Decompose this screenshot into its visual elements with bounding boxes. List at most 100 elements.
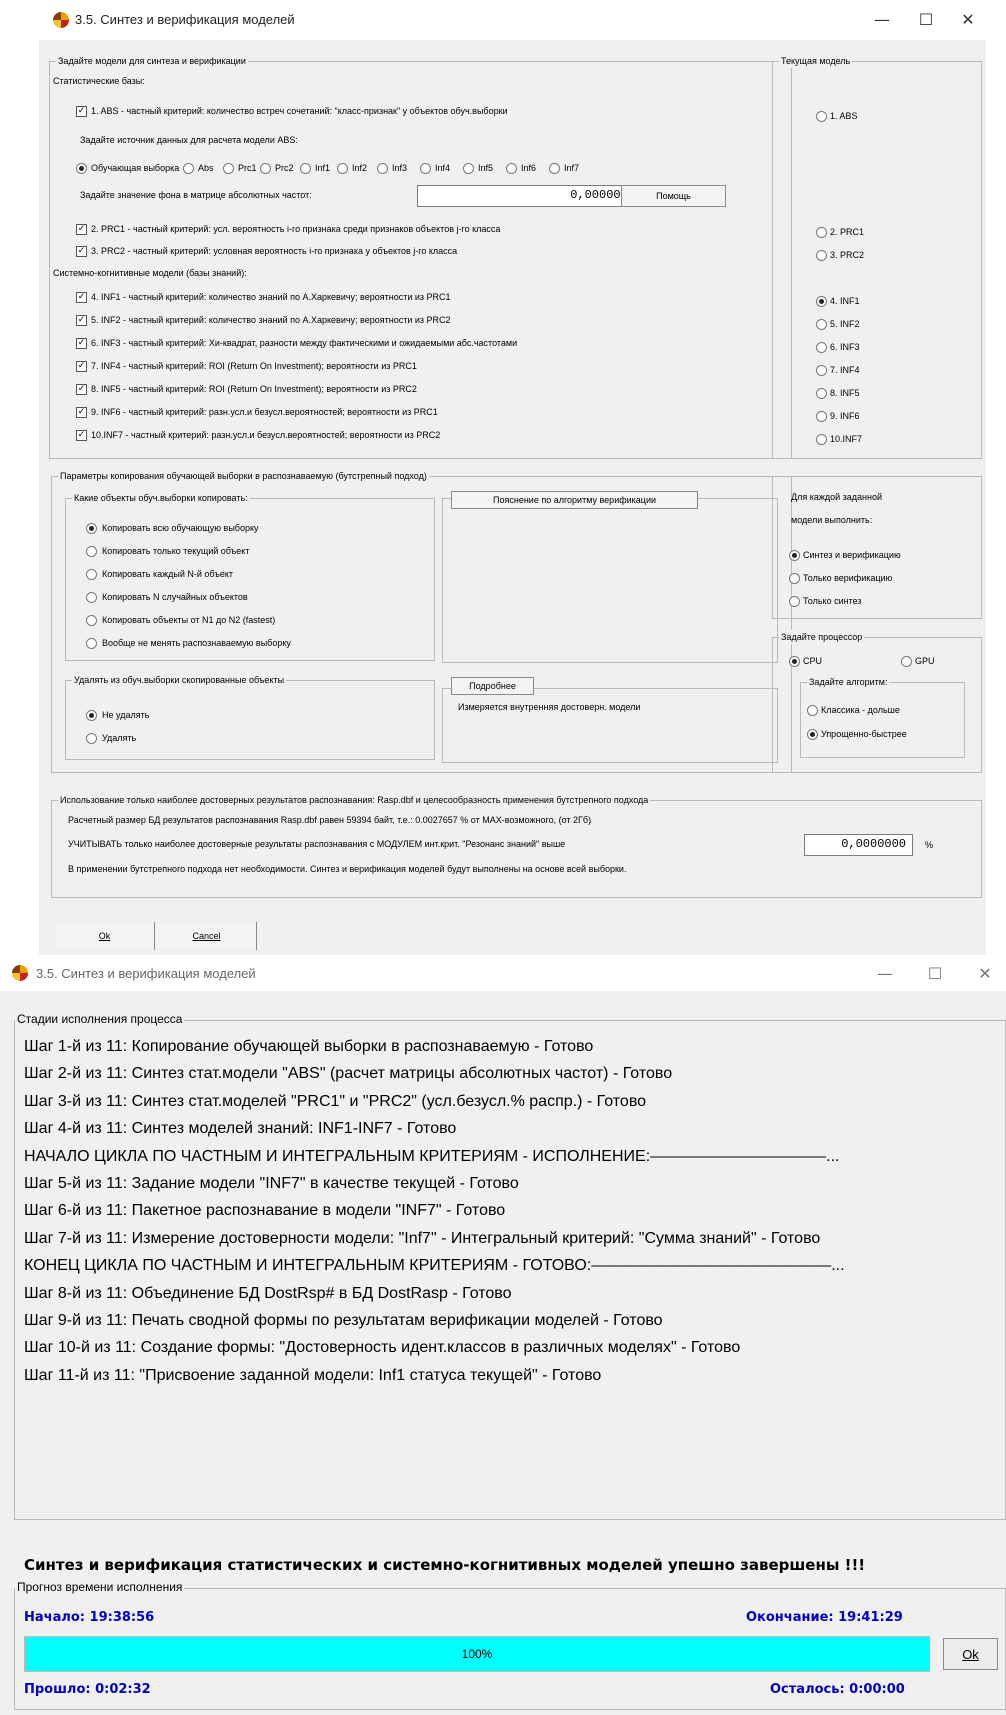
source-radio[interactable]	[76, 163, 87, 174]
prc1-label: 2. PRC1 - частный критерий: усл. вероятн…	[91, 224, 501, 234]
per-model-radio[interactable]	[789, 596, 800, 607]
current-model-radio[interactable]	[816, 296, 827, 307]
minimize-icon[interactable]: —	[859, 4, 905, 34]
delete-mode-radio[interactable]	[86, 710, 97, 721]
per-model-caption-1: Для каждой заданной	[791, 492, 883, 502]
inf-model-checkbox[interactable]: ✓	[76, 407, 87, 418]
source-radio-label: Inf5	[478, 163, 494, 173]
copy-mode-radio[interactable]	[86, 546, 97, 557]
current-model-radio[interactable]	[816, 342, 827, 353]
source-radio[interactable]	[300, 163, 311, 174]
copy-mode-label: Копировать объекты от N1 до N2 (fastest)	[102, 615, 276, 625]
current-model-label: 4. INF1	[830, 296, 860, 306]
copy-mode-radio[interactable]	[86, 615, 97, 626]
abs-checkbox[interactable]: ✓	[76, 106, 87, 117]
inf-model-checkbox[interactable]: ✓	[76, 430, 87, 441]
close-icon[interactable]: ✕	[962, 958, 1006, 988]
source-radio[interactable]	[420, 163, 431, 174]
cancel-button[interactable]: Cancel	[157, 922, 257, 950]
current-model-label: 9. INF6	[830, 411, 860, 421]
source-radio[interactable]	[260, 163, 271, 174]
inf-model-checkbox[interactable]: ✓	[76, 338, 87, 349]
delete-mode-label: Удалять	[102, 733, 137, 743]
window-title: 3.5. Синтез и верификация моделей	[75, 12, 295, 27]
explain-button[interactable]: Пояснение по алгоритму верификации	[451, 491, 698, 509]
copy-mode-label: Вообще не менять распознаваемую выборку	[102, 638, 291, 648]
source-radio[interactable]	[337, 163, 348, 174]
current-model-radio[interactable]	[816, 411, 827, 422]
copy-mode-radio[interactable]	[86, 592, 97, 603]
inf-model-checkbox[interactable]: ✓	[76, 361, 87, 372]
current-model-label: 10.INF7	[830, 434, 863, 444]
inf-model-checkbox[interactable]: ✓	[76, 292, 87, 303]
gpu-label: GPU	[915, 656, 935, 666]
maximize-icon[interactable]: ☐	[903, 4, 949, 34]
maximize-icon[interactable]: ☐	[912, 958, 958, 988]
classic-label: Классика - дольше	[821, 705, 900, 715]
simplified-radio[interactable]	[807, 729, 818, 740]
current-model-radio[interactable]	[816, 319, 827, 330]
inf-model-checkbox[interactable]: ✓	[76, 384, 87, 395]
prc2-checkbox[interactable]: ✓	[76, 246, 87, 257]
current-model-radio[interactable]	[816, 365, 827, 376]
current-model-label: 1. ABS	[830, 111, 858, 121]
cpu-radio[interactable]	[789, 656, 800, 667]
inf-model-checkbox[interactable]: ✓	[76, 315, 87, 326]
progress-bar: 100%	[24, 1636, 930, 1672]
current-model-radio[interactable]	[816, 388, 827, 399]
source-radio-label: Inf1	[315, 163, 331, 173]
close-icon[interactable]: ✕	[945, 4, 991, 34]
threshold-field[interactable]: 0,0000000	[804, 834, 913, 856]
synthesis-settings-window: 3.5. Синтез и верификация моделей — ☐ ✕ …	[39, 0, 986, 955]
copy-mode-label: Копировать только текущий объект	[102, 546, 250, 556]
per-model-radio[interactable]	[789, 550, 800, 561]
models-group-legend: Задайте модели для синтеза и верификации	[56, 54, 248, 68]
progress-percent: 100%	[461, 1647, 493, 1661]
source-radio-label: Abs	[198, 163, 214, 173]
copy-params-legend: Параметры копирования обучающей выборки …	[58, 469, 429, 483]
prc2-label: 3. PRC2 - частный критерий: условная вер…	[91, 246, 458, 256]
current-model-radio[interactable]	[816, 434, 827, 445]
minimize-icon[interactable]: —	[862, 958, 908, 988]
reliable-line-1: Расчетный размер БД результатов распозна…	[68, 815, 592, 825]
reliable-line-3: В применении бутстрепного подхода нет не…	[68, 864, 627, 874]
current-model-label: 8. INF5	[830, 388, 860, 398]
current-model-radio[interactable]	[816, 111, 827, 122]
source-radio[interactable]	[223, 163, 234, 174]
background-value-field[interactable]: 0,0000000	[417, 185, 642, 207]
cancel-button-label: Cancel	[192, 931, 221, 941]
gpu-radio[interactable]	[901, 656, 912, 667]
start-time-label: Начало: 19:38:56	[24, 1610, 155, 1625]
source-radio-label: Inf2	[352, 163, 368, 173]
reliable-line-2: УЧИТЫВАТЬ только наиболее достоверные ре…	[68, 839, 566, 849]
progress-window-title: 3.5. Синтез и верификация моделей	[36, 966, 256, 981]
more-text: Измеряется внутренняя достоверн. модели	[458, 702, 641, 712]
stages-legend: Стадии исполнения процесса	[15, 1012, 185, 1026]
source-radio[interactable]	[549, 163, 560, 174]
copy-mode-radio[interactable]	[86, 569, 97, 580]
progress-window: 3.5. Синтез и верификация моделей — ☐ ✕ …	[0, 955, 1006, 1715]
algorithm-group: Задайте алгоритм:	[800, 675, 965, 758]
ok-button[interactable]: Ok	[55, 922, 155, 950]
more-button[interactable]: Подробнее	[451, 677, 534, 695]
stage-line: КОНЕЦ ЦИКЛА ПО ЧАСТНЫМ И ИНТЕГРАЛЬНЫМ КР…	[24, 1257, 845, 1275]
current-model-radio[interactable]	[816, 250, 827, 261]
source-radio[interactable]	[506, 163, 517, 174]
help-button[interactable]: Помощь	[621, 185, 726, 207]
source-radio[interactable]	[183, 163, 194, 174]
source-radio-label: Prc1	[238, 163, 257, 173]
source-radio[interactable]	[463, 163, 474, 174]
prc1-checkbox[interactable]: ✓	[76, 224, 87, 235]
forecast-legend: Прогноз времени исполнения	[15, 1580, 185, 1594]
source-radio-label: Inf4	[435, 163, 451, 173]
progress-ok-button[interactable]: Ok	[943, 1638, 998, 1670]
copy-mode-radio[interactable]	[86, 638, 97, 649]
delete-mode-radio[interactable]	[86, 733, 97, 744]
copy-mode-radio[interactable]	[86, 523, 97, 534]
source-radio[interactable]	[377, 163, 388, 174]
per-model-radio[interactable]	[789, 573, 800, 584]
inf-model-label: 5. INF2 - частный критерий: количество з…	[91, 315, 451, 325]
current-model-radio[interactable]	[816, 227, 827, 238]
current-model-label: 7. INF4	[830, 365, 860, 375]
classic-radio[interactable]	[807, 705, 818, 716]
